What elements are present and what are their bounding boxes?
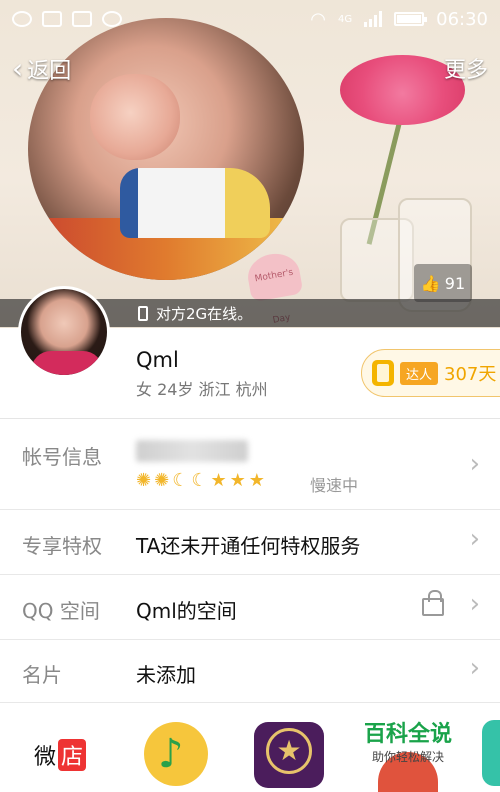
star-app[interactable]: ★ (254, 722, 324, 788)
talent-days: 307天 (444, 364, 497, 385)
status-left (12, 11, 122, 27)
like-count: 91 (444, 273, 466, 293)
star-icon: ★ (266, 728, 312, 774)
chevron-right-icon: › (469, 589, 480, 619)
moon-icon: ☾ (172, 470, 189, 491)
phone-wings-icon (372, 360, 394, 386)
avatar-shirt (31, 351, 103, 375)
talent-label: 达人 (400, 361, 439, 385)
sun-icon: ✺ (136, 470, 152, 491)
watermark-subtitle: 助你轻松解决 (372, 750, 445, 764)
phone-icon (138, 305, 148, 321)
signal-icon (364, 11, 383, 27)
account-info-row[interactable]: 帐号信息 › (0, 419, 500, 509)
cover-photo-shirt (120, 168, 270, 238)
profile-details: 女 24岁 浙江 杭州 (136, 380, 268, 399)
weidian-app[interactable]: 微 店 (34, 739, 87, 771)
account-info-label: 帐号信息 (22, 445, 102, 469)
qq-music-app[interactable]: ♪ (144, 722, 208, 786)
star-icon: ★ (210, 470, 227, 491)
status-right: ◠ 4G 06:30 (310, 9, 488, 30)
qzone-value: Qml的空间 (136, 599, 237, 623)
wechat-icon (12, 11, 32, 27)
like-button[interactable]: 👍 91 (414, 264, 472, 302)
star-icon: ★ (248, 470, 265, 491)
star-icon: ★ (229, 470, 246, 491)
profile-name: Qml (136, 348, 179, 372)
online-status-text: 对方2G在线。 (156, 304, 253, 323)
app-notification-icon (102, 11, 122, 27)
chevron-right-icon: › (469, 524, 480, 554)
talent-badge[interactable]: 达人 307天 (361, 349, 500, 397)
wifi-icon: ◠ (310, 8, 326, 30)
avatar[interactable] (18, 286, 110, 378)
speed-status: 慢速中 (310, 476, 359, 495)
more-button[interactable]: 更多 (444, 52, 488, 84)
back-button[interactable]: ‹ 返回 (12, 52, 71, 85)
weidian-label: 微 (34, 745, 57, 770)
status-time: 06:30 (436, 8, 488, 30)
cover-header: Mother's Day ◠ 4G 06:30 ‹ 返回 更多 👍 91 对方2… (0, 0, 500, 328)
qq-level-icons: ✺ ✺ ☾ ☾ ★ ★ ★ (136, 470, 265, 491)
status-bar: ◠ 4G 06:30 (0, 0, 500, 38)
network-type: 4G (338, 13, 353, 25)
namecard-row[interactable]: 名片 未添加 › (0, 640, 500, 702)
watermark-title: 百科全说 (364, 722, 453, 747)
privilege-label: 专享特权 (22, 534, 102, 558)
cover-photo-face (90, 74, 180, 160)
namecard-label: 名片 (22, 663, 62, 687)
battery-icon (394, 12, 428, 26)
qzone-label: QQ 空间 (22, 599, 100, 623)
moon-icon: ☾ (191, 470, 208, 491)
namecard-value: 未添加 (136, 663, 196, 687)
sun-icon: ✺ (154, 470, 170, 491)
watermark-logo: 百科全说 助你轻松解决 (364, 716, 452, 765)
thumb-up-icon: 👍 (420, 273, 441, 293)
sim-icon (72, 11, 92, 27)
lock-icon (422, 590, 444, 616)
music-note-icon: ♪ (158, 731, 184, 777)
image-icon (42, 11, 62, 27)
back-label: 返回 (27, 58, 72, 84)
privilege-value: TA还未开通任何特权服务 (136, 534, 361, 558)
qq-number-blurred (136, 440, 248, 462)
chevron-right-icon: › (469, 449, 480, 479)
partial-app-icon-right[interactable] (482, 720, 500, 786)
chevron-left-icon: ‹ (12, 52, 24, 85)
privilege-row[interactable]: 专享特权 TA还未开通任何特权服务 › (0, 510, 500, 574)
chevron-right-icon: › (469, 653, 480, 683)
weidian-tag: 店 (58, 739, 87, 771)
